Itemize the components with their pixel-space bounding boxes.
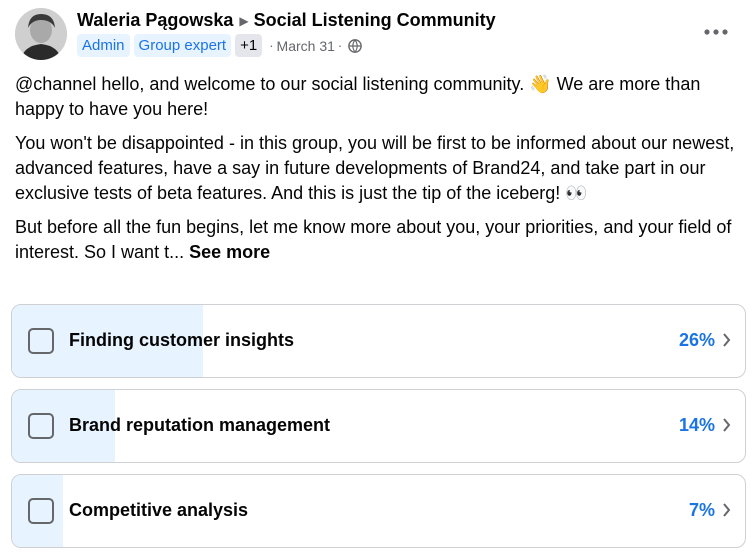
see-more-link[interactable]: See more bbox=[189, 242, 270, 262]
post-meta: Admin Group expert +1 · March 31 · bbox=[77, 34, 363, 57]
avatar-photo bbox=[15, 8, 67, 60]
post-paragraph: @channel hello, and welcome to our socia… bbox=[15, 74, 701, 119]
poll-option[interactable]: Finding customer insights 26% bbox=[11, 304, 746, 378]
badge-group-expert[interactable]: Group expert bbox=[133, 34, 232, 57]
poll-option-label: Brand reputation management bbox=[69, 415, 331, 435]
poll-option-percent: 7% bbox=[688, 500, 715, 520]
poll-option-percent: 26% bbox=[678, 330, 715, 350]
poll-option[interactable]: Brand reputation management 14% bbox=[11, 389, 746, 463]
author-name[interactable]: Waleria Pągowska bbox=[77, 10, 233, 31]
post-body: @channel hello, and welcome to our socia… bbox=[15, 72, 740, 274]
caret-right-icon: ▶ bbox=[239, 13, 249, 28]
poll-checkbox[interactable] bbox=[28, 498, 54, 524]
post-paragraph: You won't be disappointed - in this grou… bbox=[15, 133, 735, 203]
badge-admin[interactable]: Admin bbox=[77, 34, 130, 57]
post-header: Waleria Pągowska ▶ Social Listening Comm… bbox=[77, 10, 496, 31]
poll-option-label: Competitive analysis bbox=[69, 500, 249, 520]
poll-option-label: Finding customer insights bbox=[69, 330, 295, 350]
chevron-right-icon[interactable] bbox=[722, 503, 731, 522]
badge-more[interactable]: +1 bbox=[235, 34, 263, 57]
poll-option[interactable]: Competitive analysis 7% bbox=[11, 474, 746, 548]
meta-separator: · bbox=[337, 38, 343, 53]
poll-checkbox[interactable] bbox=[28, 413, 54, 439]
post-paragraph-text: But before all the fun begins, let me kn… bbox=[15, 217, 732, 262]
chevron-right-icon[interactable] bbox=[722, 333, 731, 352]
more-options-icon[interactable] bbox=[698, 20, 734, 44]
chevron-right-icon[interactable] bbox=[722, 418, 731, 437]
poll-option-percent: 14% bbox=[678, 415, 715, 435]
meta-separator: · bbox=[269, 38, 274, 53]
globe-icon[interactable] bbox=[348, 38, 363, 53]
post-paragraph: But before all the fun begins, let me kn… bbox=[15, 215, 740, 265]
poll-checkbox[interactable] bbox=[28, 328, 54, 354]
group-name[interactable]: Social Listening Community bbox=[254, 10, 496, 31]
author-avatar[interactable] bbox=[15, 8, 67, 60]
post-date[interactable]: March 31 bbox=[277, 38, 335, 54]
